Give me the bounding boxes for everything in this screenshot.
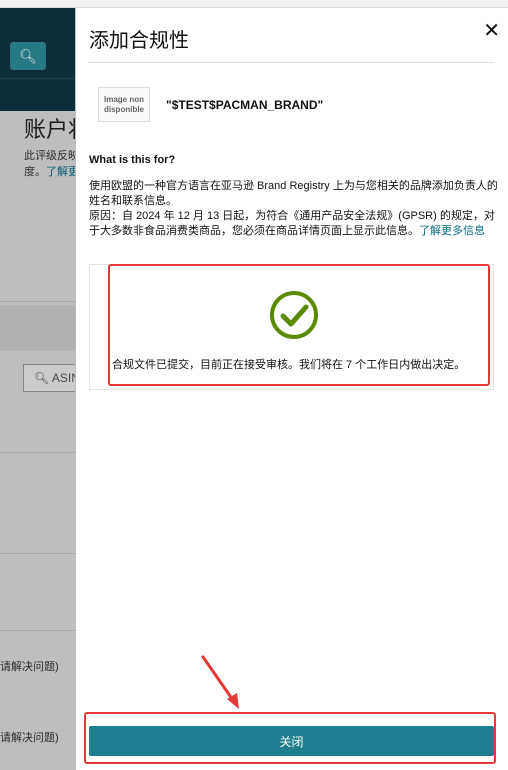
description-text: 使用欧盟的一种官方语言在亚马逊 Brand Registry 上为与您相关的品牌… — [89, 180, 498, 207]
title-divider — [89, 62, 494, 63]
annotation-highlight-box — [84, 712, 496, 764]
brand-name: "$TEST$PACMAN_BRAND" — [166, 98, 324, 112]
learn-more-link[interactable]: 了解更多信息 — [419, 225, 485, 237]
compliance-modal: 添加合规性 ✕ Image non disponible "$TEST$PACM… — [75, 8, 508, 770]
browser-chrome-strip — [0, 0, 508, 8]
thumb-text-line2: disponible — [104, 104, 144, 114]
product-image-placeholder: Image non disponible — [98, 87, 150, 122]
thumb-text-line1: Image non — [103, 94, 144, 104]
annotation-arrow-icon — [201, 655, 239, 709]
close-icon[interactable]: ✕ — [483, 18, 500, 43]
section-heading: What is this for? — [89, 154, 176, 166]
modal-title: 添加合规性 — [89, 30, 189, 52]
annotation-highlight-box — [108, 264, 490, 386]
description-block: 使用欧盟的一种官方语言在亚马逊 Brand Registry 上为与您相关的品牌… — [89, 179, 499, 239]
